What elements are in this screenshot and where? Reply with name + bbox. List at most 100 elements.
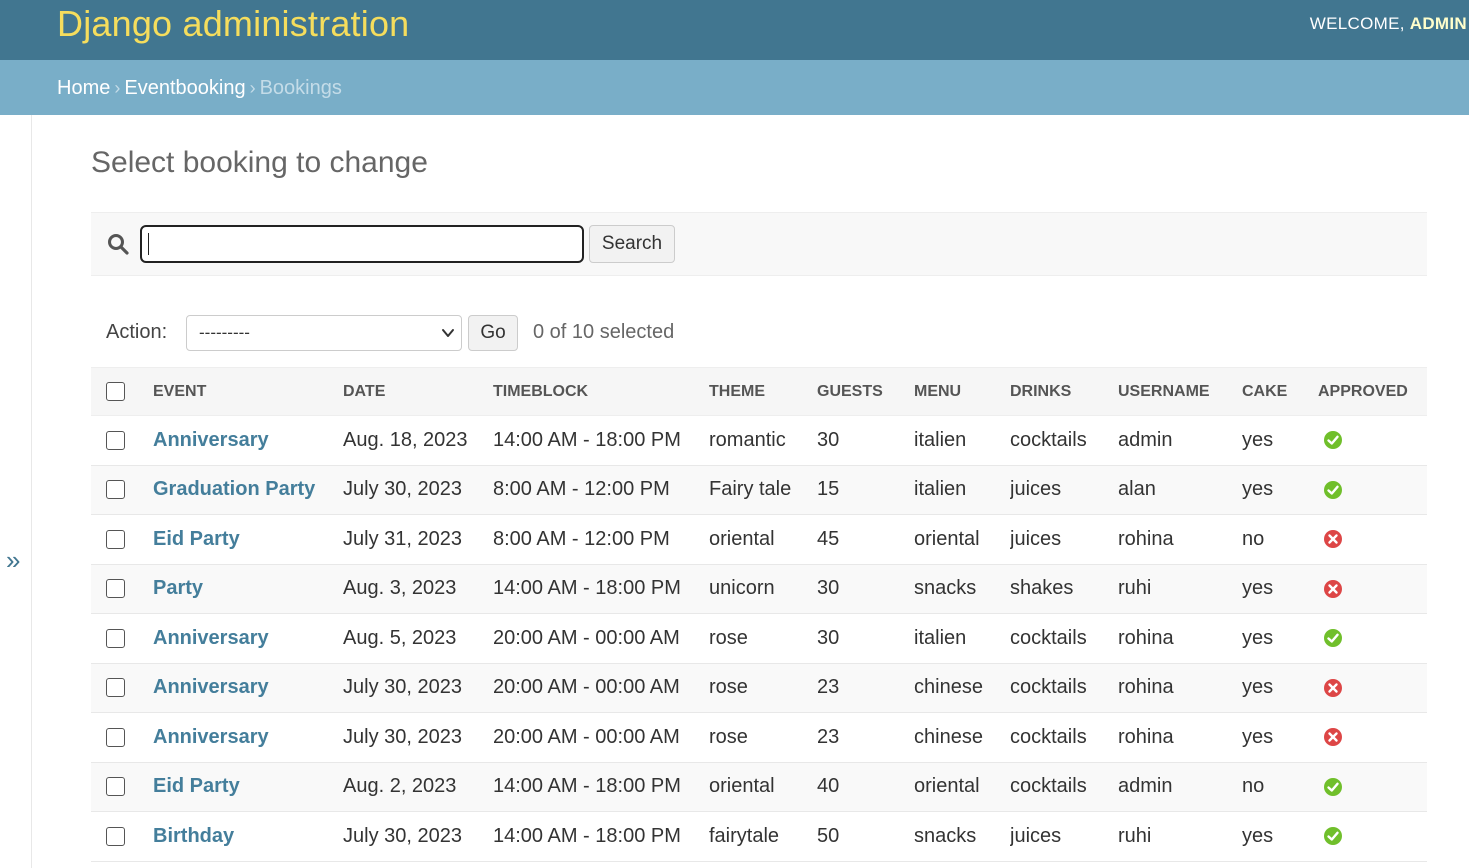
cell-timeblock: 8:00 AM - 12:00 PM [493, 465, 709, 515]
event-link[interactable]: Birthday [153, 825, 234, 847]
column-header-drinks[interactable]: Drinks [1010, 367, 1118, 416]
table-row: Anniversary Aug. 18, 2023 14:00 AM - 18:00… [91, 415, 1427, 466]
search-input[interactable] [140, 225, 584, 263]
cross-circle-icon [1324, 728, 1342, 747]
event-link[interactable]: Eid Party [153, 528, 240, 550]
cell-approved [1318, 514, 1427, 565]
cell-theme: romantic [709, 415, 817, 466]
cell-guests: 40 [817, 762, 914, 812]
column-header-cake[interactable]: Cake [1242, 367, 1318, 416]
search-button[interactable]: Search [589, 225, 675, 263]
cell-username: alan [1118, 465, 1242, 515]
table-row: Anniversary July 30, 2023 20:00 AM - 00:00… [91, 712, 1427, 763]
chevron-down-icon [442, 329, 454, 337]
event-link[interactable]: Graduation Party [153, 478, 315, 500]
row-select-cell [91, 663, 153, 713]
column-header-date[interactable]: Date [343, 367, 493, 416]
row-checkbox[interactable] [106, 430, 125, 450]
selected-count: 0 of 10 selected [533, 321, 675, 343]
column-header-username[interactable]: Username [1118, 367, 1242, 416]
user-tools: Welcome, admin [1310, 14, 1467, 34]
cell-event: Anniversary [153, 663, 343, 713]
cell-theme: oriental [709, 762, 817, 812]
cell-event: Graduation Party [153, 465, 343, 515]
event-link[interactable]: Anniversary [153, 726, 269, 748]
cell-date: July 30, 2023 [343, 712, 493, 763]
cell-event: Anniversary [153, 712, 343, 763]
cell-cake: yes [1242, 663, 1318, 713]
row-select-cell [91, 712, 153, 763]
row-checkbox[interactable] [106, 826, 125, 846]
cell-approved [1318, 811, 1427, 862]
cell-approved [1318, 415, 1427, 466]
row-select-cell [91, 415, 153, 466]
table-row: Eid Party Aug. 2, 2023 14:00 AM - 18:00 PM… [91, 762, 1427, 812]
column-header-event[interactable]: Event [153, 367, 343, 416]
column-header-timeblock[interactable]: Timeblock [493, 367, 709, 416]
cell-theme: fairytale [709, 811, 817, 862]
table-row: Party Aug. 3, 2023 14:00 AM - 18:00 PM unic… [91, 564, 1427, 614]
action-select-value: --------- [199, 323, 250, 342]
check-circle-icon [1324, 480, 1342, 499]
cell-approved [1318, 712, 1427, 763]
event-link[interactable]: Anniversary [153, 429, 269, 451]
row-checkbox[interactable] [106, 579, 125, 599]
row-select-cell [91, 514, 153, 565]
cell-username: ruhi [1118, 811, 1242, 862]
event-link[interactable]: Party [153, 577, 203, 599]
cell-drinks: juices [1010, 811, 1118, 862]
cell-drinks: cocktails [1010, 663, 1118, 713]
row-checkbox[interactable] [106, 727, 125, 747]
cell-event: Anniversary [153, 613, 343, 664]
row-checkbox[interactable] [106, 529, 125, 549]
nav-sidebar-toggle[interactable]: » [0, 115, 32, 868]
cell-date: July 30, 2023 [343, 663, 493, 713]
cell-cake: yes [1242, 564, 1318, 614]
cell-timeblock: 14:00 AM - 18:00 PM [493, 762, 709, 812]
event-link[interactable]: Eid Party [153, 775, 240, 797]
table-row: Graduation Party July 30, 2023 8:00 AM - 1… [91, 465, 1427, 515]
row-select-cell [91, 762, 153, 812]
select-all-checkbox[interactable] [106, 382, 125, 401]
go-button[interactable]: Go [468, 315, 518, 351]
row-checkbox[interactable] [106, 678, 125, 698]
row-checkbox[interactable] [106, 777, 125, 797]
cell-timeblock: 14:00 AM - 18:00 PM [493, 564, 709, 614]
cell-guests: 30 [817, 613, 914, 664]
table-row: Anniversary July 30, 2023 20:00 AM - 00:00… [91, 663, 1427, 713]
check-circle-icon [1324, 827, 1342, 846]
breadcrumb-app[interactable]: Eventbooking [124, 77, 245, 99]
column-header-approved[interactable]: Approved [1318, 367, 1427, 416]
cell-theme: Fairy tale [709, 465, 817, 515]
cell-theme: unicorn [709, 564, 817, 614]
cell-event: Anniversary [153, 415, 343, 466]
cell-theme: oriental [709, 514, 817, 565]
table-row: Birthday July 30, 2023 14:00 AM - 18:00 PM… [91, 811, 1427, 862]
site-name[interactable]: Django administration [57, 3, 409, 45]
column-header-menu[interactable]: Menu [914, 367, 1010, 416]
column-header-theme[interactable]: Theme [709, 367, 817, 416]
event-link[interactable]: Anniversary [153, 676, 269, 698]
column-header-guests[interactable]: Guests [817, 367, 914, 416]
cell-guests: 30 [817, 415, 914, 466]
cell-event: Eid Party [153, 762, 343, 812]
cell-menu: chinese [914, 712, 1010, 763]
event-link[interactable]: Anniversary [153, 627, 269, 649]
row-checkbox[interactable] [106, 628, 125, 648]
cell-menu: italien [914, 613, 1010, 664]
cell-timeblock: 8:00 AM - 12:00 PM [493, 514, 709, 565]
results-table: Event Date Timeblock Theme Guests Menu D… [91, 367, 1427, 862]
cell-menu: chinese [914, 663, 1010, 713]
search-icon [108, 234, 129, 255]
cross-circle-icon [1324, 678, 1342, 697]
expand-sidebar-icon[interactable]: » [6, 547, 20, 573]
cell-event: Eid Party [153, 514, 343, 565]
row-checkbox[interactable] [106, 480, 125, 500]
page-title: Select booking to change [91, 146, 428, 179]
actions-bar: Action: --------- Go 0 of 10 selected [91, 311, 1427, 355]
row-select-cell [91, 465, 153, 515]
username: admin [1409, 14, 1467, 33]
action-select[interactable]: --------- [186, 315, 462, 351]
cell-approved [1318, 663, 1427, 713]
breadcrumb-home[interactable]: Home [57, 77, 110, 99]
